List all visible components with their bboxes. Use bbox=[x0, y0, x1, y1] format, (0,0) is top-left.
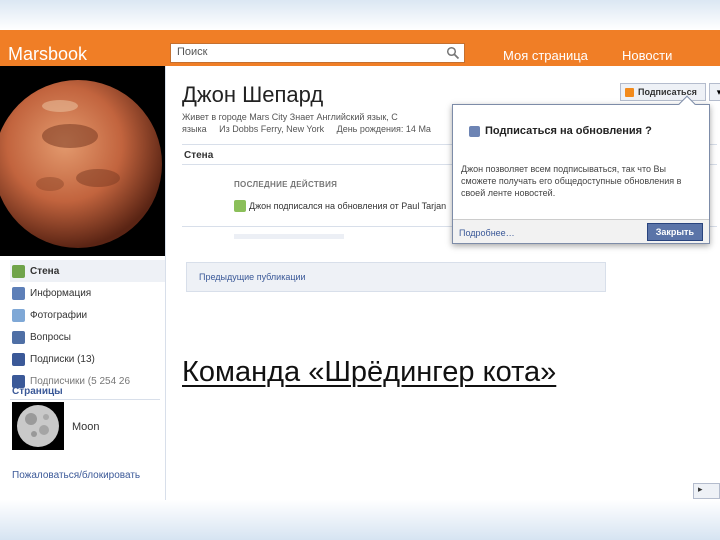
mars-image bbox=[0, 66, 165, 256]
profile-name: Джон Шепард bbox=[182, 82, 324, 107]
chat-tab[interactable]: ▸ bbox=[693, 483, 720, 499]
recent-activity-title: ПОСЛЕДНИЕ ДЕЙСТВИЯ bbox=[234, 180, 338, 189]
sidebar-item-label: Информация bbox=[30, 287, 92, 299]
recent-activity-text: Джон подписался на обновления от Paul Ta… bbox=[249, 201, 447, 211]
sidebar-item-questions[interactable]: Вопросы bbox=[10, 326, 165, 348]
sidebar-item-label: Подписчики (5 254 26 bbox=[30, 375, 131, 387]
subscribe-button-label: Подписаться bbox=[638, 87, 697, 97]
moon-thumbnail[interactable] bbox=[12, 402, 64, 450]
site-logo[interactable]: Marsbook bbox=[8, 44, 87, 65]
profile-avatar[interactable] bbox=[0, 66, 165, 256]
more-options-button[interactable]: ▾ bbox=[709, 83, 720, 101]
nav-news[interactable]: Новости bbox=[622, 48, 672, 63]
sidebar-item-label: Стена bbox=[30, 265, 60, 277]
info-birthday: День рождения: 14 Ma bbox=[336, 124, 431, 134]
recent-activity-item[interactable]: Джон подписался на обновления от Paul Ta… bbox=[234, 200, 446, 212]
previous-posts-button[interactable]: Предыдущие публикации bbox=[186, 262, 606, 292]
profile-info-line-2: языка Из Dobbs Ferry, New York День рожд… bbox=[182, 124, 441, 134]
subscribe-button[interactable]: Подписаться bbox=[620, 83, 706, 101]
profile-info-line: Живет в городе Mars City Знает Английски… bbox=[182, 112, 398, 122]
activity-icon bbox=[234, 200, 246, 212]
info-hometown: Из Dobbs Ferry, New York bbox=[219, 124, 325, 134]
nav-my-page[interactable]: Моя страница bbox=[503, 48, 588, 63]
search-icon[interactable] bbox=[446, 46, 460, 60]
search-input[interactable]: Поиск bbox=[170, 43, 465, 63]
sidebar-item-label: Фотографии bbox=[30, 309, 88, 321]
photos-icon bbox=[12, 308, 25, 322]
wall-icon bbox=[12, 264, 25, 278]
search-placeholder: Поиск bbox=[177, 46, 208, 58]
report-block-link[interactable]: Пожаловаться/блокировать bbox=[12, 470, 140, 481]
wall-title: Стена bbox=[184, 150, 214, 161]
slide-caption: Команда «Шрёдингер кота» bbox=[182, 356, 557, 389]
subscribe-icon bbox=[469, 125, 480, 137]
moon-image bbox=[12, 402, 64, 450]
popup-title-text: Подписаться на обновления ? bbox=[485, 125, 652, 137]
subscribe-popup: Подписаться на обновления ? Джон позволя… bbox=[452, 95, 710, 244]
top-bar: Marsbook Поиск Моя страница Новости bbox=[0, 30, 720, 66]
sidebar-item-info[interactable]: Информация bbox=[10, 282, 165, 304]
sidebar-item-subscriptions[interactable]: Подписки (13) bbox=[10, 348, 165, 370]
info-location: Живет в городе Mars City Знает Английски… bbox=[182, 112, 398, 122]
info-icon bbox=[12, 286, 25, 300]
questions-icon bbox=[12, 330, 25, 344]
sidebar-item-label: Подписки (13) bbox=[30, 353, 95, 365]
sidebar-item-photos[interactable]: Фотографии bbox=[10, 304, 165, 326]
popup-more-link[interactable]: Подробнее… bbox=[459, 228, 515, 238]
subscriptions-icon bbox=[12, 352, 25, 366]
pages-divider bbox=[10, 399, 160, 400]
rss-icon bbox=[625, 87, 634, 97]
faded-placeholder bbox=[234, 234, 344, 239]
popup-title: Подписаться на обновления ? bbox=[469, 125, 652, 137]
sidebar-item-label: Вопросы bbox=[30, 331, 71, 343]
sidebar-nav: Стена Информация Фотографии Вопросы Подп… bbox=[10, 260, 165, 392]
left-column: Стена Информация Фотографии Вопросы Подп… bbox=[0, 66, 165, 500]
pages-heading: Страницы bbox=[12, 386, 63, 397]
popup-close-button[interactable]: Закрыть bbox=[646, 223, 703, 241]
sidebar-item-wall[interactable]: Стена bbox=[10, 260, 165, 282]
popup-description: Джон позволяет всем подписываться, так ч… bbox=[461, 164, 682, 198]
popup-footer: Подробнее… Закрыть bbox=[453, 219, 709, 243]
page-moon-link[interactable]: Moon bbox=[72, 421, 100, 433]
info-language: языка bbox=[182, 124, 207, 134]
